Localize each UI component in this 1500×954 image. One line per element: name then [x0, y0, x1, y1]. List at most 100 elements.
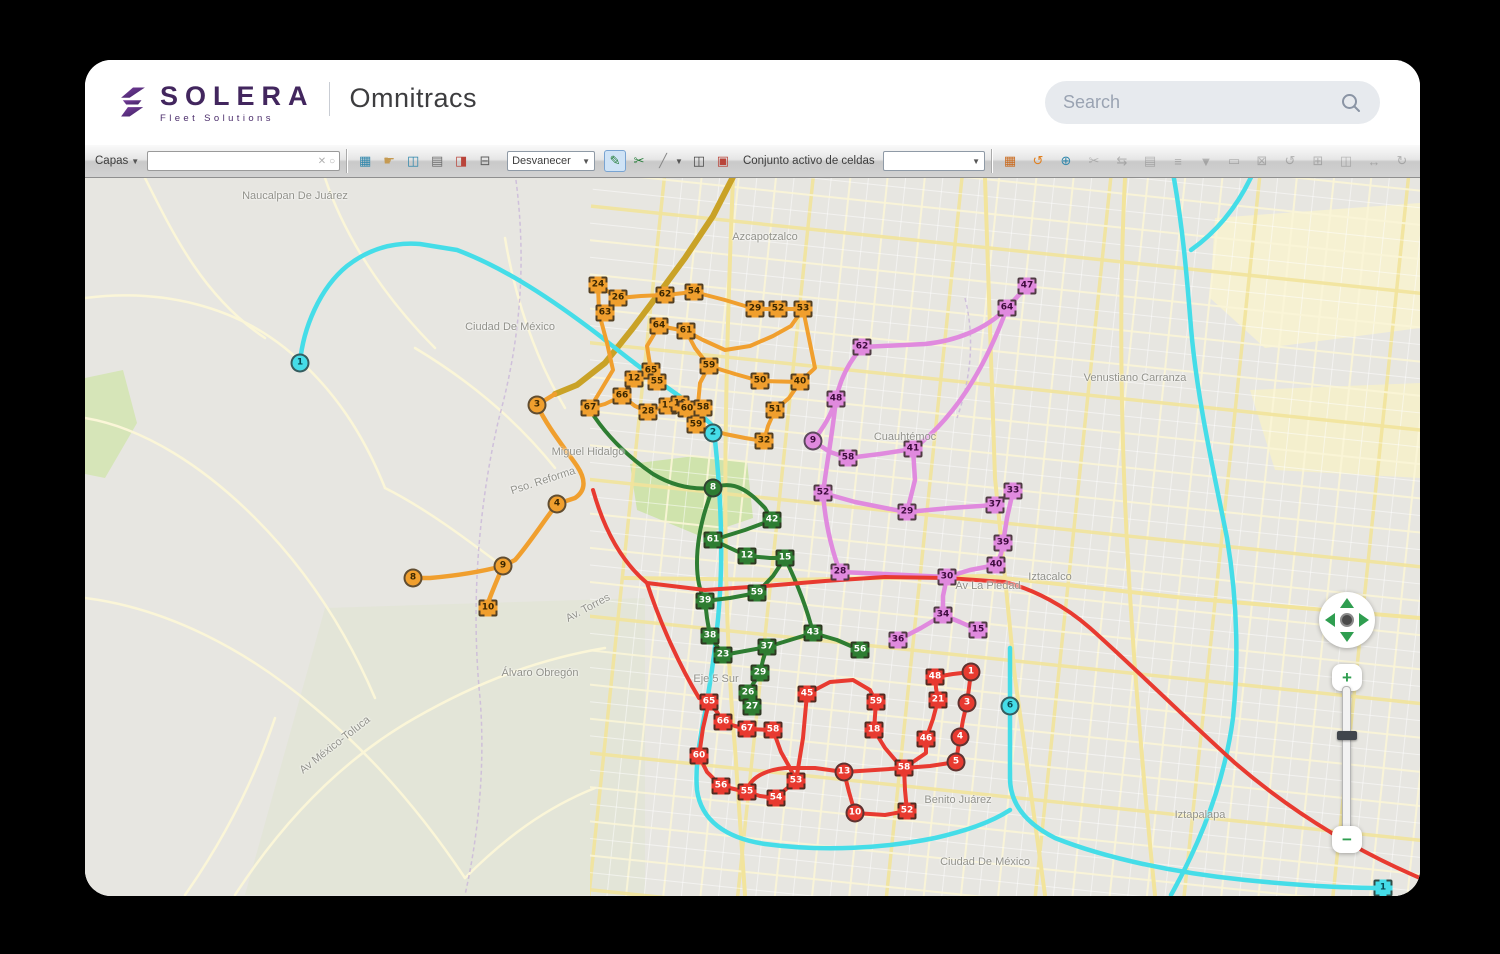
route-stop-marker-red[interactable]: 18	[865, 722, 884, 739]
distance-icon[interactable]: ≡	[1167, 150, 1189, 172]
route-stop-marker-orange[interactable]: 40	[791, 374, 810, 391]
vehicles-grid-icon[interactable]: ⊞	[1307, 150, 1329, 172]
route-stop-marker-pink[interactable]: 34	[934, 607, 953, 624]
route-stop-marker-orange[interactable]: 52	[769, 301, 788, 318]
zoom-select-icon[interactable]: ⊕	[1055, 150, 1077, 172]
route-stop-marker-green[interactable]: 59	[748, 585, 767, 602]
route-stop-marker-orange[interactable]: 24	[589, 277, 608, 294]
route-stop-marker-red[interactable]: 54	[767, 790, 786, 807]
route-stop-marker-red[interactable]: 58	[895, 760, 914, 777]
route-stop-marker-red[interactable]: 59	[867, 694, 886, 711]
route-stop-marker-orange[interactable]: 59	[687, 417, 706, 434]
route-stop-marker-red[interactable]: 52	[898, 803, 917, 820]
layers-dropdown-label[interactable]: Capas	[95, 155, 128, 167]
route-stop-marker-orange[interactable]: 67	[581, 400, 600, 417]
route-stop-marker-cyan[interactable]: 6	[1001, 697, 1020, 716]
route-stop-marker-green[interactable]: 29	[751, 665, 770, 682]
route-stop-marker-red[interactable]: 58	[764, 722, 783, 739]
route-stop-marker-pink[interactable]: 47	[1018, 278, 1037, 295]
route-stop-marker-orange[interactable]: 63	[596, 305, 615, 322]
refresh-icon[interactable]: ↻	[1391, 150, 1413, 172]
route-stop-marker-pink[interactable]: 48	[827, 391, 846, 408]
route-stop-marker-pink[interactable]: 41	[904, 441, 923, 458]
route-stop-marker-cyan[interactable]: 1	[1374, 880, 1393, 897]
lasso-select-icon[interactable]: ↺	[1027, 150, 1049, 172]
toolbar-search-input[interactable]	[152, 154, 315, 168]
pan-up-icon[interactable]	[1340, 598, 1354, 608]
route-stop-marker-green[interactable]: 23	[714, 647, 733, 664]
route-stop-marker-green[interactable]: 37	[758, 639, 777, 656]
route-stop-marker-pink[interactable]: 9	[804, 432, 823, 451]
route-stop-marker-red[interactable]: 53	[787, 773, 806, 790]
route-stop-marker-green[interactable]: 39	[696, 593, 715, 610]
route-stop-marker-pink[interactable]: 15	[969, 622, 988, 639]
route-stop-marker-cyan[interactable]: 1	[291, 354, 310, 373]
route-stop-marker-red[interactable]: 13	[835, 763, 854, 782]
route-stop-marker-red[interactable]: 56	[712, 778, 731, 795]
zoom-slider-track[interactable]	[1342, 686, 1351, 831]
magnifier-icon[interactable]: ○	[329, 156, 335, 167]
split-view-icon[interactable]: ◫	[402, 150, 424, 172]
route-stop-marker-orange[interactable]: 32	[755, 433, 774, 450]
route-stop-marker-orange[interactable]: 64	[650, 318, 669, 335]
route-stop-marker-green[interactable]: 43	[804, 625, 823, 642]
route-stop-marker-red[interactable]: 60	[690, 748, 709, 765]
route-stop-marker-green[interactable]: 27	[743, 699, 762, 716]
route-stop-marker-pink[interactable]: 30	[938, 569, 957, 586]
route-stop-marker-orange[interactable]: 10	[479, 600, 498, 617]
colored-map-icon[interactable]: ▦	[999, 150, 1021, 172]
lock-icon[interactable]: ⊠	[1251, 150, 1273, 172]
layout-panel-icon[interactable]: ◨	[450, 150, 472, 172]
route-stop-marker-orange[interactable]: 55	[648, 374, 667, 391]
truck-icon[interactable]: ▭	[1223, 150, 1245, 172]
route-stop-marker-orange[interactable]: 66	[613, 388, 632, 405]
search-icon[interactable]	[1340, 92, 1362, 114]
route-stop-marker-red[interactable]: 10	[846, 804, 865, 823]
route-stop-marker-orange[interactable]: 29	[746, 301, 765, 318]
route-stop-marker-orange[interactable]: 9	[494, 557, 513, 576]
route-stop-marker-green[interactable]: 8	[704, 479, 723, 498]
draw-polyline-icon[interactable]: ╱	[652, 150, 674, 172]
route-stop-marker-orange[interactable]: 53	[794, 301, 813, 318]
route-stop-marker-green[interactable]: 12	[738, 548, 757, 565]
route-stop-marker-pink[interactable]: 37	[986, 497, 1005, 514]
route-stop-marker-pink[interactable]: 36	[889, 632, 908, 649]
print-icon[interactable]: ⊟	[474, 150, 496, 172]
route-stop-marker-orange[interactable]: 4	[548, 495, 567, 514]
route-stop-marker-pink[interactable]: 58	[839, 450, 858, 467]
route-stop-marker-green[interactable]: 38	[701, 628, 720, 645]
route-stop-marker-red[interactable]: 5	[947, 753, 966, 772]
route-stop-marker-pink[interactable]: 33	[1004, 483, 1023, 500]
route-stop-marker-orange[interactable]: 58	[694, 400, 713, 417]
route-stop-marker-orange[interactable]: 61	[677, 323, 696, 340]
route-stop-marker-pink[interactable]: 40	[987, 557, 1006, 574]
search-input[interactable]: Search	[1045, 81, 1380, 124]
route-stop-marker-red[interactable]: 46	[917, 731, 936, 748]
route-stop-marker-pink[interactable]: 64	[998, 300, 1017, 317]
marker-drop-icon[interactable]: ▼	[1195, 150, 1217, 172]
route-stop-marker-pink[interactable]: 62	[853, 339, 872, 356]
toolbar-search-field[interactable]: ✕ ○	[147, 151, 340, 171]
pan-left-icon[interactable]	[1325, 613, 1335, 627]
route-stop-marker-orange[interactable]: 8	[404, 569, 423, 588]
stops-list-icon[interactable]: ▤	[1139, 150, 1161, 172]
route-stop-marker-red[interactable]: 55	[738, 784, 757, 801]
scissors-icon[interactable]: ✂	[1083, 150, 1105, 172]
chevron-down-icon[interactable]: ▼	[131, 157, 139, 166]
route-stop-marker-orange[interactable]: 51	[766, 402, 785, 419]
chevron-down-icon[interactable]: ▼	[675, 157, 683, 166]
copy-panel-icon[interactable]: ◫	[1335, 150, 1357, 172]
route-stop-marker-green[interactable]: 15	[776, 550, 795, 567]
route-stop-marker-red[interactable]: 4	[951, 728, 970, 747]
route-stop-marker-red[interactable]: 48	[926, 669, 945, 686]
map-preview-icon[interactable]: ▦	[354, 150, 376, 172]
route-stop-marker-orange[interactable]: 3	[528, 396, 547, 415]
route-stop-marker-pink[interactable]: 28	[831, 564, 850, 581]
route-stop-marker-red[interactable]: 45	[798, 686, 817, 703]
keyboard-icon[interactable]: ▤	[426, 150, 448, 172]
route-stop-marker-green[interactable]: 42	[763, 512, 782, 529]
route-stop-marker-pink[interactable]: 39	[994, 535, 1013, 552]
compare-cells-icon[interactable]: ◫	[688, 150, 710, 172]
zoom-slider-handle[interactable]	[1337, 731, 1357, 740]
pan-center-icon[interactable]	[1340, 613, 1354, 627]
